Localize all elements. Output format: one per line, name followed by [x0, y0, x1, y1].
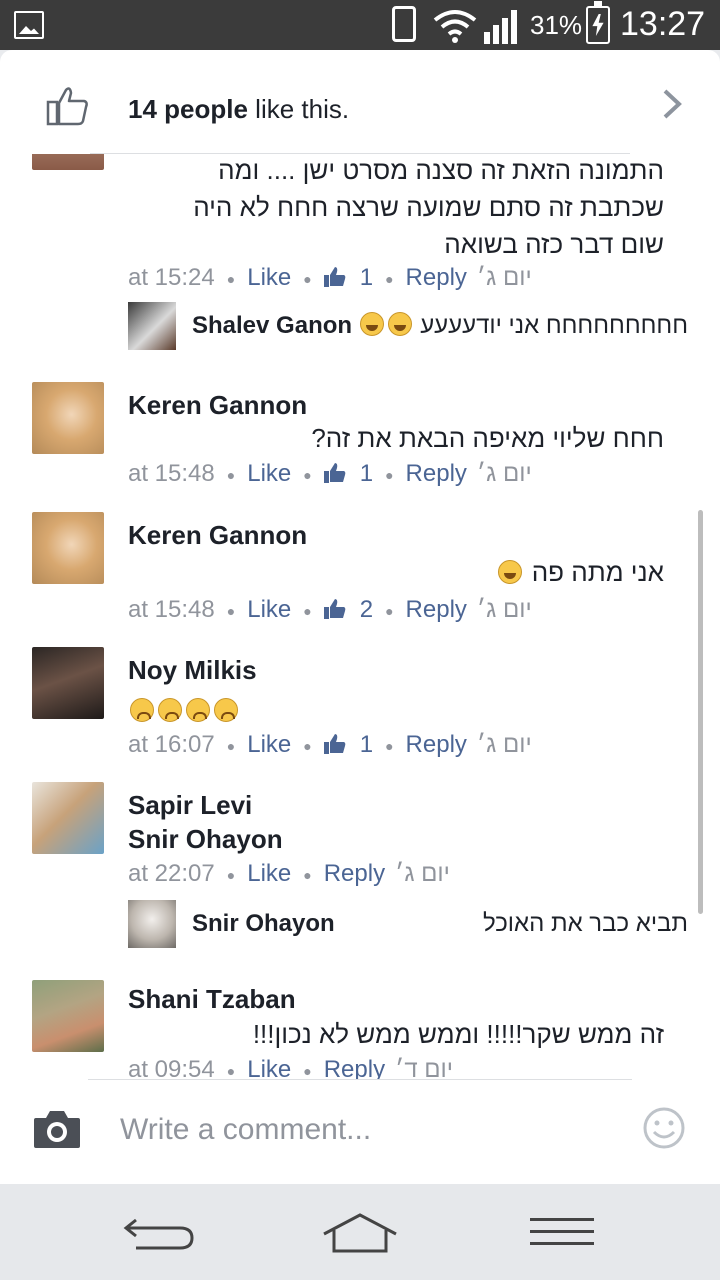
reply-link[interactable]: Reply [406, 731, 467, 758]
reply-link[interactable]: Reply [406, 460, 467, 487]
like-count-icon [323, 267, 346, 287]
comment-day: יום ג׳ [476, 264, 532, 291]
comment-meta: at 16:07 ● Like ● 1 ● Reply יום ג׳ [128, 731, 532, 758]
crying-emoji-icon [158, 698, 182, 722]
comment-text-line: שום דבר כזה בשואה [444, 229, 664, 259]
like-count: 2 [359, 596, 374, 623]
crying-emoji-icon [186, 698, 210, 722]
like-link[interactable]: Like [247, 264, 291, 291]
status-bar: 31% 13:27 [0, 0, 720, 50]
reply-author[interactable]: Snir Ohayon [192, 910, 335, 938]
comment-text: חחח שליוי מאיפה הבאת את זה? [311, 423, 664, 453]
laughing-emoji-icon [359, 312, 384, 336]
like-link[interactable]: Like [247, 860, 291, 887]
wifi-icon [433, 10, 477, 43]
likes-bar[interactable]: 14 people like this. [0, 50, 720, 154]
avatar[interactable] [32, 980, 104, 1052]
camera-icon[interactable] [32, 1108, 82, 1150]
vibrate-icon [392, 6, 416, 42]
reply-author[interactable]: Shalev Ganon [192, 312, 352, 340]
avatar[interactable] [32, 154, 104, 170]
like-count: 1 [359, 731, 374, 758]
comment-emojis [128, 695, 240, 726]
likes-suffix: like this. [247, 94, 350, 124]
comment-day: יום ד׳ [395, 1056, 454, 1080]
comment-text: אני מתה פה [496, 554, 664, 591]
like-link[interactable]: Like [247, 731, 291, 758]
comment-day: יום ג׳ [476, 731, 532, 758]
comment-text-content: אני מתה פה [531, 557, 664, 587]
comment-author[interactable]: Noy Milkis [128, 655, 257, 686]
reply-link[interactable]: Reply [324, 1056, 385, 1080]
comment-text: זה ממש שקר!!!!! וממש ממש לא נכון!!! [252, 1019, 664, 1049]
avatar[interactable] [32, 512, 104, 584]
likes-count: 14 people [128, 94, 248, 124]
tagged-user[interactable]: Snir Ohayon [128, 824, 283, 855]
comment-time: at 22:07 [128, 860, 215, 887]
home-icon[interactable] [322, 1212, 398, 1254]
likes-summary: 14 people like this. [128, 94, 349, 125]
comment-meta: at 15:48 ● Like ● 2 ● Reply יום ג׳ [128, 596, 532, 623]
avatar[interactable] [128, 302, 176, 350]
like-count: 1 [359, 460, 374, 487]
battery-charging-icon [586, 1, 610, 44]
smiley-icon[interactable] [642, 1106, 686, 1150]
comment-time: at 09:54 [128, 1056, 215, 1080]
crying-emoji-icon [130, 698, 154, 722]
comment-day: יום ג׳ [395, 860, 450, 887]
reply-text: חחחחחחחחח אני יודעעעע [358, 312, 688, 340]
reply-item: Shalev Ganon חחחחחחחחח אני יודעעעע [128, 302, 698, 352]
system-nav-bar [0, 1184, 720, 1280]
like-link[interactable]: Like [247, 460, 291, 487]
chevron-right-icon[interactable] [660, 88, 684, 120]
reply-text: תביא כבר את האוכל [482, 910, 688, 937]
avatar[interactable] [32, 647, 104, 719]
compose-bar [0, 1080, 720, 1184]
clock: 13:27 [620, 5, 706, 43]
laughing-emoji-icon [498, 560, 523, 584]
avatar[interactable] [32, 382, 104, 454]
comment-day: יום ג׳ [476, 460, 532, 487]
back-icon[interactable] [122, 1214, 196, 1250]
avatar[interactable] [128, 900, 176, 948]
like-count-icon [323, 463, 346, 483]
comment-meta: at 15:48 ● Like ● 1 ● Reply יום ג׳ [128, 460, 532, 487]
reply-link[interactable]: Reply [324, 860, 385, 887]
comment-time: at 15:24 [128, 264, 215, 291]
comment-time: at 15:48 [128, 460, 215, 487]
like-link[interactable]: Like [247, 596, 291, 623]
battery-percent: 31% [530, 10, 583, 40]
like-link[interactable]: Like [247, 1056, 291, 1080]
comment-meta: at 09:54 ● Like ● Reply יום ד׳ [128, 1056, 453, 1080]
comment-meta: at 22:07 ● Like ● Reply יום ג׳ [128, 860, 450, 887]
comment-author[interactable]: Sapir Levi [128, 790, 252, 821]
gallery-notification-icon [14, 11, 44, 39]
comment-meta: at 15:24 ● Like ● 1 ● Reply יום ג׳ [128, 264, 532, 291]
comment-input[interactable] [120, 1110, 600, 1150]
avatar[interactable] [32, 782, 104, 854]
menu-icon[interactable] [530, 1216, 594, 1248]
crying-emoji-icon [214, 698, 238, 722]
reply-link[interactable]: Reply [406, 264, 467, 291]
comments-list[interactable]: התמונה הזאת זה סצנה מסרט ישן .... ומה שכ… [0, 154, 720, 1080]
like-count-icon [323, 599, 346, 619]
comments-panel: 14 people like this. התמונה הזאת זה סצנה… [0, 50, 720, 1184]
comment-time: at 15:48 [128, 596, 215, 623]
laughing-emoji-icon [387, 312, 412, 336]
like-count: 1 [359, 264, 374, 291]
reply-item: Snir Ohayon תביא כבר את האוכל [128, 900, 698, 950]
scrollbar[interactable] [698, 510, 703, 914]
comment-time: at 16:07 [128, 731, 215, 758]
reply-link[interactable]: Reply [406, 596, 467, 623]
comment-day: יום ג׳ [476, 596, 532, 623]
like-count-icon [323, 734, 346, 754]
thumbs-up-icon [46, 87, 88, 126]
comment-author[interactable]: Keren Gannon [128, 390, 307, 421]
comment-author[interactable]: Shani Tzaban [128, 984, 296, 1015]
comment-text-line: התמונה הזאת זה סצנה מסרט ישן .... ומה [218, 155, 664, 185]
comment-author[interactable]: Keren Gannon [128, 520, 307, 551]
comment-text-line: שכתבת זה סתם שמועה שרצה חחח לא היה [193, 192, 664, 222]
signal-icon [484, 10, 517, 44]
reply-text-content: חחחחחחחחח אני יודעעעע [420, 312, 688, 339]
